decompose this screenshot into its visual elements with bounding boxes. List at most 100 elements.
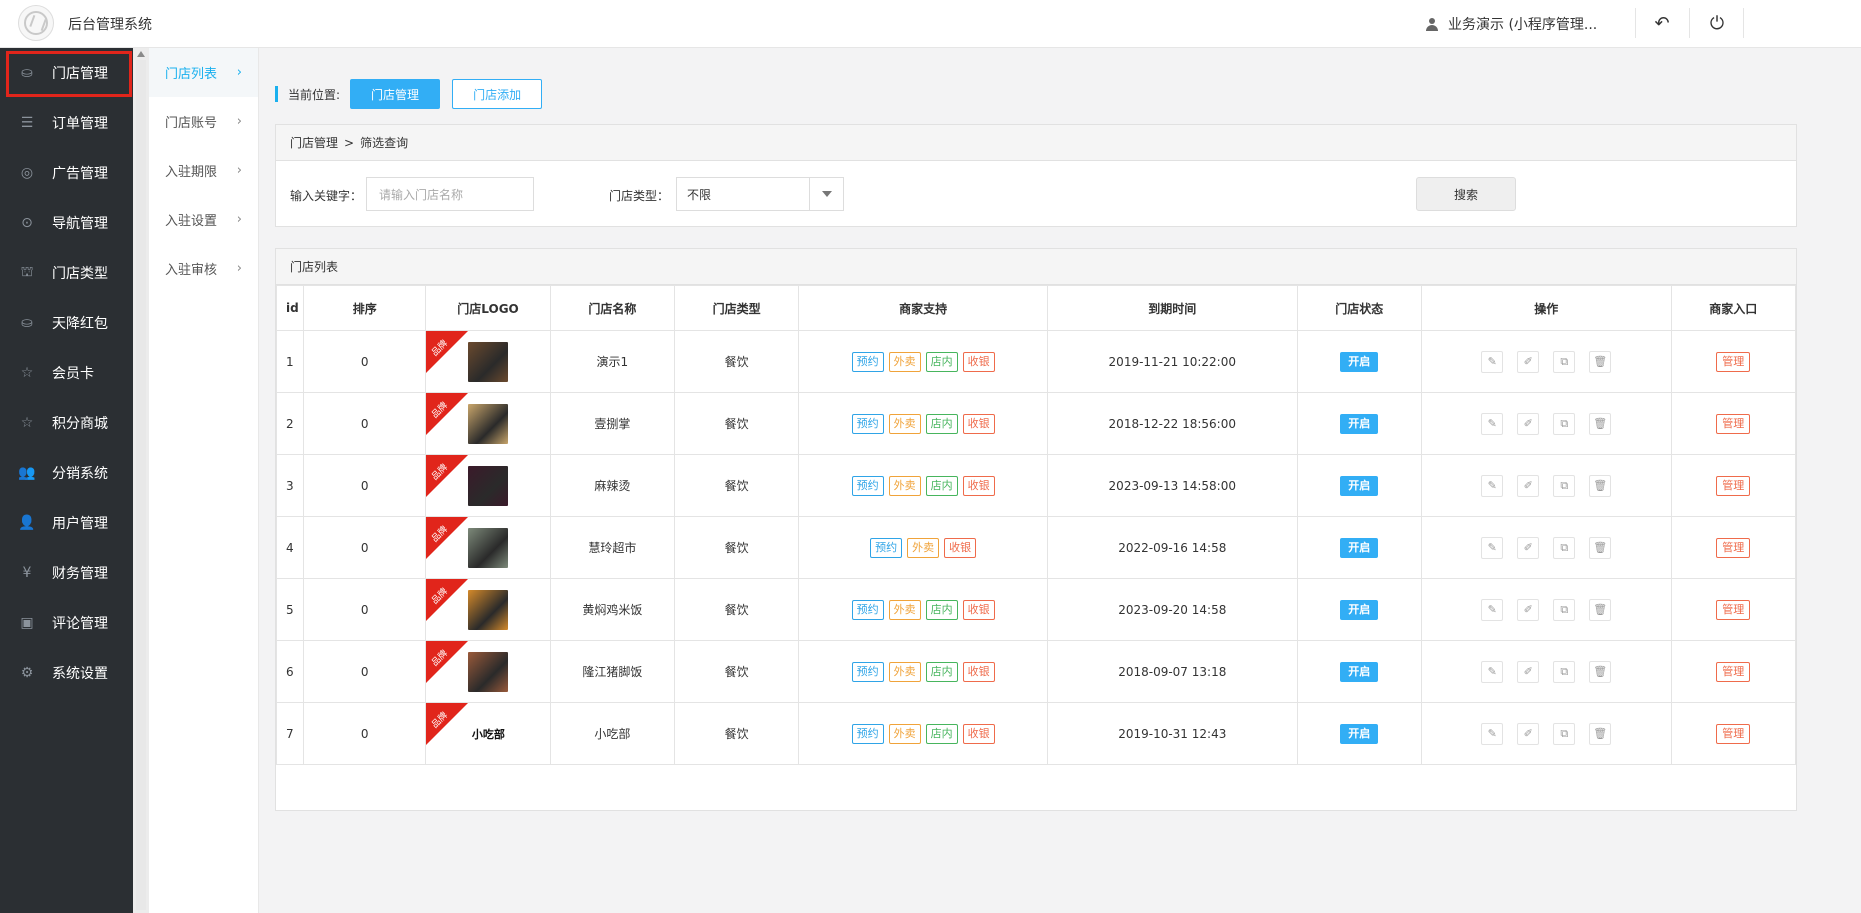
copy-icon[interactable]: ⧉ — [1553, 722, 1576, 745]
sidebar-item[interactable]: ◎ 广告管理 — [0, 148, 133, 198]
store-type-select[interactable]: 不限 — [676, 177, 844, 211]
trash-icon[interactable]: 🗑 — [1589, 474, 1612, 497]
store-list-panel: 门店列表 id 排序 门店LOGO 门店名称 门店类型 商家支持 到期时间 门店状态 操作 商家入… — [275, 248, 1797, 811]
edit-icon[interactable]: ✐ — [1517, 474, 1540, 497]
subnav-item[interactable]: 门店账号 › — [149, 97, 258, 146]
copy-icon[interactable]: ⧉ — [1553, 536, 1576, 559]
cell-expire: 2018-09-07 13:18 — [1046, 640, 1298, 703]
sidebar-item[interactable]: ☰ 订单管理 — [0, 98, 133, 148]
sidebar-item-label: 评论管理 — [52, 616, 108, 632]
status-badge[interactable]: 开启 — [1340, 723, 1379, 744]
status-badge[interactable]: 开启 — [1340, 475, 1379, 496]
pencil-icon[interactable]: ✎ — [1481, 474, 1504, 497]
sidebar-item[interactable]: ▣ 评论管理 — [0, 598, 133, 648]
pencil-icon[interactable]: ✎ — [1481, 660, 1504, 683]
edit-icon[interactable]: ✐ — [1517, 598, 1540, 621]
cell-logo: 品牌 — [425, 578, 551, 641]
edit-icon[interactable]: ✐ — [1517, 350, 1540, 373]
pencil-icon[interactable]: ✎ — [1481, 350, 1504, 373]
subnav-item[interactable]: 门店列表 › — [149, 48, 258, 97]
status-badge[interactable]: 开启 — [1340, 351, 1379, 372]
brand-ribbon-label: 品牌 — [430, 338, 451, 359]
sidebar-item-label: 用户管理 — [52, 516, 108, 532]
sidebar-item[interactable]: ⛀ 天降红包 — [0, 298, 133, 348]
undo-button[interactable]: ↶ — [1645, 10, 1679, 36]
subnav-item[interactable]: 入驻审核 › — [149, 244, 258, 293]
cell-ops: ✎ ✐ ⧉ 🗑 — [1420, 330, 1672, 393]
table-body: 1 0 品牌 演示1 餐饮 预约 外卖 店内 收银 2019-11-21 10:22:00 开启 ✎ ✐… — [275, 330, 1797, 765]
subnav-item-label: 入驻审核 — [165, 263, 218, 278]
edit-icon[interactable]: ✐ — [1517, 722, 1540, 745]
sidebar-item[interactable]: ☆ 积分商城 — [0, 398, 133, 448]
subnav-item[interactable]: 入驻期限 › — [149, 146, 258, 195]
store-type-label: 门店类型： — [609, 189, 670, 203]
status-badge[interactable]: 开启 — [1340, 661, 1379, 682]
manage-button[interactable]: 管理 — [1716, 475, 1751, 496]
edit-icon[interactable]: ✐ — [1517, 660, 1540, 683]
cell-entry: 管理 — [1670, 392, 1797, 455]
store-add-button[interactable]: 门店添加 — [452, 79, 543, 109]
copy-icon[interactable]: ⧉ — [1553, 474, 1576, 497]
select-toggle[interactable] — [809, 178, 843, 210]
manage-button[interactable]: 管理 — [1716, 661, 1751, 682]
copy-icon[interactable]: ⧉ — [1553, 660, 1576, 683]
sidebar-item[interactable]: 👥 分销系统 — [0, 448, 133, 498]
scroll-up-icon[interactable] — [137, 51, 145, 57]
yen-icon: ¥ — [22, 565, 32, 581]
pencil-icon[interactable]: ✎ — [1481, 536, 1504, 559]
edit-icon[interactable]: ✐ — [1517, 412, 1540, 435]
sidebar-item[interactable]: ⚙ 系统设置 — [0, 648, 133, 698]
support-tags: 预约 外卖 店内 收银 — [799, 475, 1047, 496]
table-row: 6 0 品牌 隆江猪脚饭 餐饮 预约 外卖 店内 收银 2018-09-07 13:18 开启 ✎ ✐ ⧉… — [275, 640, 1797, 703]
store-logo-image — [468, 590, 509, 630]
store-logo-image — [468, 528, 509, 568]
manage-button[interactable]: 管理 — [1716, 413, 1751, 434]
brand-ribbon: 品牌 — [426, 579, 469, 621]
column-header: 操作 — [1420, 285, 1672, 331]
pencil-icon[interactable]: ✎ — [1481, 412, 1504, 435]
cell-id: 1 — [275, 330, 305, 393]
logout-button[interactable]: ⏻ — [1700, 10, 1734, 36]
store-manage-button[interactable]: 门店管理 — [350, 79, 441, 109]
trash-icon[interactable]: 🗑 — [1589, 350, 1612, 373]
pencil-icon[interactable]: ✎ — [1481, 722, 1504, 745]
edit-icon[interactable]: ✐ — [1517, 536, 1540, 559]
scrollbar-thumb[interactable] — [136, 60, 146, 910]
copy-icon[interactable]: ⧉ — [1553, 412, 1576, 435]
manage-button[interactable]: 管理 — [1716, 351, 1751, 372]
filter-body: 输入关键字： 请输入门店名称 门店类型： 不限 搜索 — [276, 161, 1796, 227]
user-menu[interactable]: 业务演示 (小程序管理... — [1426, 14, 1597, 34]
sidebar-item[interactable]: ⊙ 导航管理 — [0, 198, 133, 248]
trash-icon[interactable]: 🗑 — [1589, 660, 1612, 683]
status-badge[interactable]: 开启 — [1340, 537, 1379, 558]
manage-button[interactable]: 管理 — [1716, 537, 1751, 558]
sidebar-item[interactable]: 👤 用户管理 — [0, 498, 133, 548]
trash-icon[interactable]: 🗑 — [1589, 536, 1612, 559]
trash-icon[interactable]: 🗑 — [1589, 598, 1612, 621]
pencil-icon[interactable]: ✎ — [1481, 598, 1504, 621]
status-badge[interactable]: 开启 — [1340, 599, 1379, 620]
sidebar-item[interactable]: ⛀ 门店管理 — [0, 48, 133, 98]
top-bar: 后台管理系统 业务演示 (小程序管理... ↶ ⏻ — [0, 0, 1861, 48]
subnav-item[interactable]: 入驻设置 › — [149, 195, 258, 244]
search-button[interactable]: 搜索 — [1416, 177, 1516, 211]
sidebar-item[interactable]: ⛫ 门店类型 — [0, 248, 133, 298]
trash-icon[interactable]: 🗑 — [1589, 412, 1612, 435]
sidebar-item-label: 导航管理 — [52, 216, 108, 232]
copy-icon[interactable]: ⧉ — [1553, 598, 1576, 621]
manage-button[interactable]: 管理 — [1716, 599, 1751, 620]
app-logo — [18, 5, 54, 41]
keyword-input[interactable]: 请输入门店名称 — [366, 177, 534, 211]
status-badge[interactable]: 开启 — [1340, 413, 1379, 434]
trash-icon[interactable]: 🗑 — [1589, 722, 1612, 745]
row-actions: ✎ ✐ ⧉ 🗑 — [1422, 598, 1671, 621]
sidebar-item-label: 广告管理 — [52, 166, 108, 182]
sidebar-item-label: 门店类型 — [52, 266, 108, 282]
manage-button[interactable]: 管理 — [1716, 723, 1751, 744]
brand-ribbon-label: 品牌 — [430, 586, 451, 607]
sidebar-item[interactable]: ¥ 财务管理 — [0, 548, 133, 598]
sidebar-item[interactable]: ☆ 会员卡 — [0, 348, 133, 398]
copy-icon[interactable]: ⧉ — [1553, 350, 1576, 373]
cell-logo: 品牌 — [425, 454, 551, 517]
sidebar-scrollbar[interactable] — [133, 48, 149, 913]
